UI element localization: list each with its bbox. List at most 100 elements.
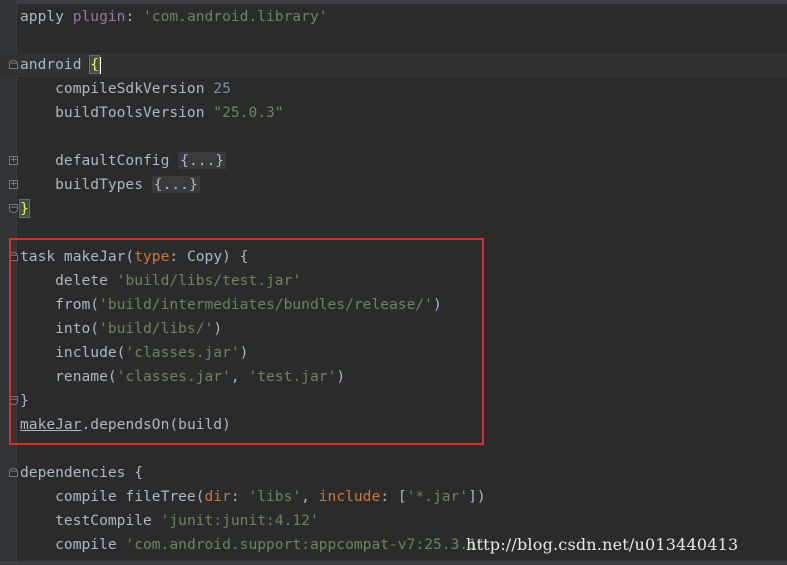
code-token: 25	[213, 80, 231, 97]
code-text: }	[20, 389, 29, 413]
code-token: "25.0.3"	[213, 104, 284, 121]
code-line[interactable]: rename('classes.jar', 'test.jar')	[0, 365, 787, 389]
code-line[interactable]: −}	[0, 389, 787, 413]
code-token: '*.jar'	[406, 488, 469, 505]
code-text: rename('classes.jar', 'test.jar')	[20, 365, 345, 389]
code-line[interactable]: compileSdkVersion 25	[0, 77, 787, 101]
code-token: dependencies {	[20, 464, 144, 481]
code-token: {	[89, 55, 101, 74]
code-token: dir	[204, 488, 231, 505]
code-line[interactable]: apply plugin: 'com.android.library'	[0, 5, 787, 29]
code-token: 'build/libs/'	[99, 320, 214, 337]
code-text: from('build/intermediates/bundles/releas…	[20, 293, 442, 317]
code-token: compile fileTree(	[20, 488, 205, 505]
code-line[interactable]: + defaultConfig {...}	[0, 149, 787, 173]
code-text: apply plugin: 'com.android.library'	[20, 5, 328, 29]
code-token: )	[213, 320, 223, 337]
code-text: buildTypes {...}	[20, 173, 200, 197]
fold-collapse-icon[interactable]: −	[9, 204, 18, 213]
code-token: delete	[20, 272, 117, 289]
code-token: buildTypes	[20, 176, 152, 193]
code-line[interactable]: testCompile 'junit:junit:4.12'	[0, 509, 787, 533]
code-token: : Copy) {	[169, 248, 249, 265]
code-token: testCompile	[20, 512, 161, 529]
code-text: android {	[20, 53, 102, 77]
code-token: 'classes.jar'	[125, 344, 240, 361]
watermark-text: http://blog.csdn.net/u013440413	[466, 535, 739, 554]
code-line[interactable]	[0, 125, 787, 149]
code-text: compileSdkVersion 25	[20, 77, 231, 101]
code-editor[interactable]: apply plugin: 'com.android.library' − andr…	[0, 5, 787, 557]
code-token: include(	[20, 344, 126, 361]
code-token: 'classes.jar'	[116, 368, 231, 385]
code-line[interactable]	[0, 437, 787, 461]
code-line[interactable]: −}	[0, 197, 787, 221]
code-line[interactable]: − task makeJar(type: Copy) {	[0, 245, 787, 269]
code-text: into('build/libs/')	[20, 317, 222, 341]
code-token: 'build/libs/test.jar'	[116, 272, 302, 289]
editor-bottom-bar	[0, 561, 787, 565]
code-line[interactable]: + buildTypes {...}	[0, 173, 787, 197]
code-token: type	[134, 248, 170, 265]
code-line[interactable]: − android {	[0, 53, 787, 77]
code-line[interactable]: from('build/intermediates/bundles/releas…	[0, 293, 787, 317]
fold-expand-icon[interactable]: +	[9, 156, 18, 165]
code-token: ])	[468, 488, 486, 505]
code-token: )	[432, 296, 442, 313]
fold-collapse-icon[interactable]: −	[9, 252, 18, 261]
code-line[interactable]: include('classes.jar')	[0, 341, 787, 365]
code-line[interactable]: − dependencies {	[0, 461, 787, 485]
code-token[interactable]: makeJar	[20, 416, 82, 433]
code-token: into(	[20, 320, 100, 337]
code-text: compile fileTree(dir: 'libs', include: […	[20, 485, 486, 509]
code-token: }	[20, 392, 29, 409]
code-token: rename(	[20, 368, 117, 385]
code-line[interactable]: into('build/libs/')	[0, 317, 787, 341]
code-token: apply	[20, 8, 73, 25]
code-token: android	[20, 56, 91, 73]
code-token: include	[318, 488, 381, 505]
text-caret	[100, 56, 102, 74]
code-text: compile 'com.android.support:appcompat-v…	[20, 533, 486, 557]
code-text: delete 'build/libs/test.jar'	[20, 269, 301, 293]
code-token: : [	[380, 488, 407, 505]
code-text: defaultConfig {...}	[20, 149, 227, 173]
code-token: 'com.android.support:appcompat-v7:25.3.1…	[125, 536, 486, 553]
code-token: buildToolsVersion	[20, 104, 214, 121]
code-token: defaultConfig	[20, 152, 179, 169]
fold-collapse-icon[interactable]: −	[9, 396, 18, 405]
code-token: 'junit:junit:4.12'	[160, 512, 319, 529]
code-token: .dependsOn(build)	[81, 416, 231, 433]
code-token[interactable]: {...}	[151, 176, 200, 193]
code-line[interactable]	[0, 221, 787, 245]
code-token: from(	[20, 296, 100, 313]
code-text: testCompile 'junit:junit:4.12'	[20, 509, 319, 533]
code-token: 'test.jar'	[248, 368, 337, 385]
code-token: 'build/intermediates/bundles/release/'	[99, 296, 433, 313]
code-line[interactable]: makeJar.dependsOn(build)	[0, 413, 787, 437]
editor-top-bar	[0, 0, 787, 4]
code-text: makeJar.dependsOn(build)	[20, 413, 231, 437]
code-token: 'libs'	[248, 488, 302, 505]
code-line[interactable]: buildToolsVersion "25.0.3"	[0, 101, 787, 125]
code-text: buildToolsVersion "25.0.3"	[20, 101, 284, 125]
code-token: ,	[230, 368, 249, 385]
code-token: 'com.android.library'	[143, 8, 328, 25]
code-token: )	[336, 368, 346, 385]
fold-expand-icon[interactable]: +	[9, 180, 18, 189]
code-token[interactable]: {...}	[178, 152, 227, 169]
fold-collapse-icon[interactable]: −	[9, 468, 18, 477]
code-token: }	[19, 199, 30, 218]
code-token: )	[239, 344, 249, 361]
code-line[interactable]	[0, 29, 787, 53]
code-token: compileSdkVersion	[20, 80, 214, 97]
code-text: dependencies {	[20, 461, 143, 485]
code-text: }	[19, 197, 30, 221]
fold-collapse-icon[interactable]: −	[9, 60, 18, 69]
code-line[interactable]: delete 'build/libs/test.jar'	[0, 269, 787, 293]
code-line[interactable]: compile fileTree(dir: 'libs', include: […	[0, 485, 787, 509]
code-token: task makeJar(	[20, 248, 135, 265]
code-text: include('classes.jar')	[20, 341, 248, 365]
code-token: compile	[20, 536, 126, 553]
code-text: task makeJar(type: Copy) {	[20, 245, 248, 269]
